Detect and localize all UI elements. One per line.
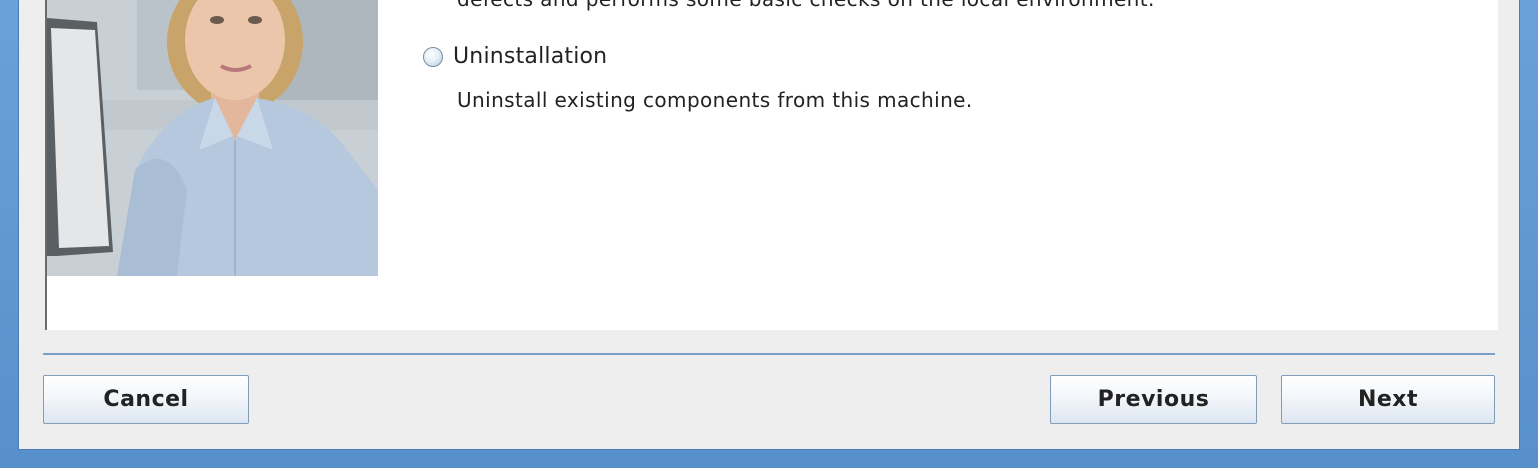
option-uninstallation[interactable]: Uninstallation [423,44,607,69]
option-description: Uninstall existing components from this … [457,88,973,112]
option-label[interactable]: Uninstallation [453,44,607,69]
content-panel: defects and performs some basic checks o… [45,0,1498,330]
previous-button[interactable]: Previous [1050,375,1257,424]
uninstallation-radio[interactable] [423,46,443,67]
previous-option-description: defects and performs some basic checks o… [457,0,1155,11]
cancel-button[interactable]: Cancel [43,375,249,424]
footer-separator [43,353,1495,355]
wizard-side-image [47,0,378,276]
next-button[interactable]: Next [1281,375,1495,424]
